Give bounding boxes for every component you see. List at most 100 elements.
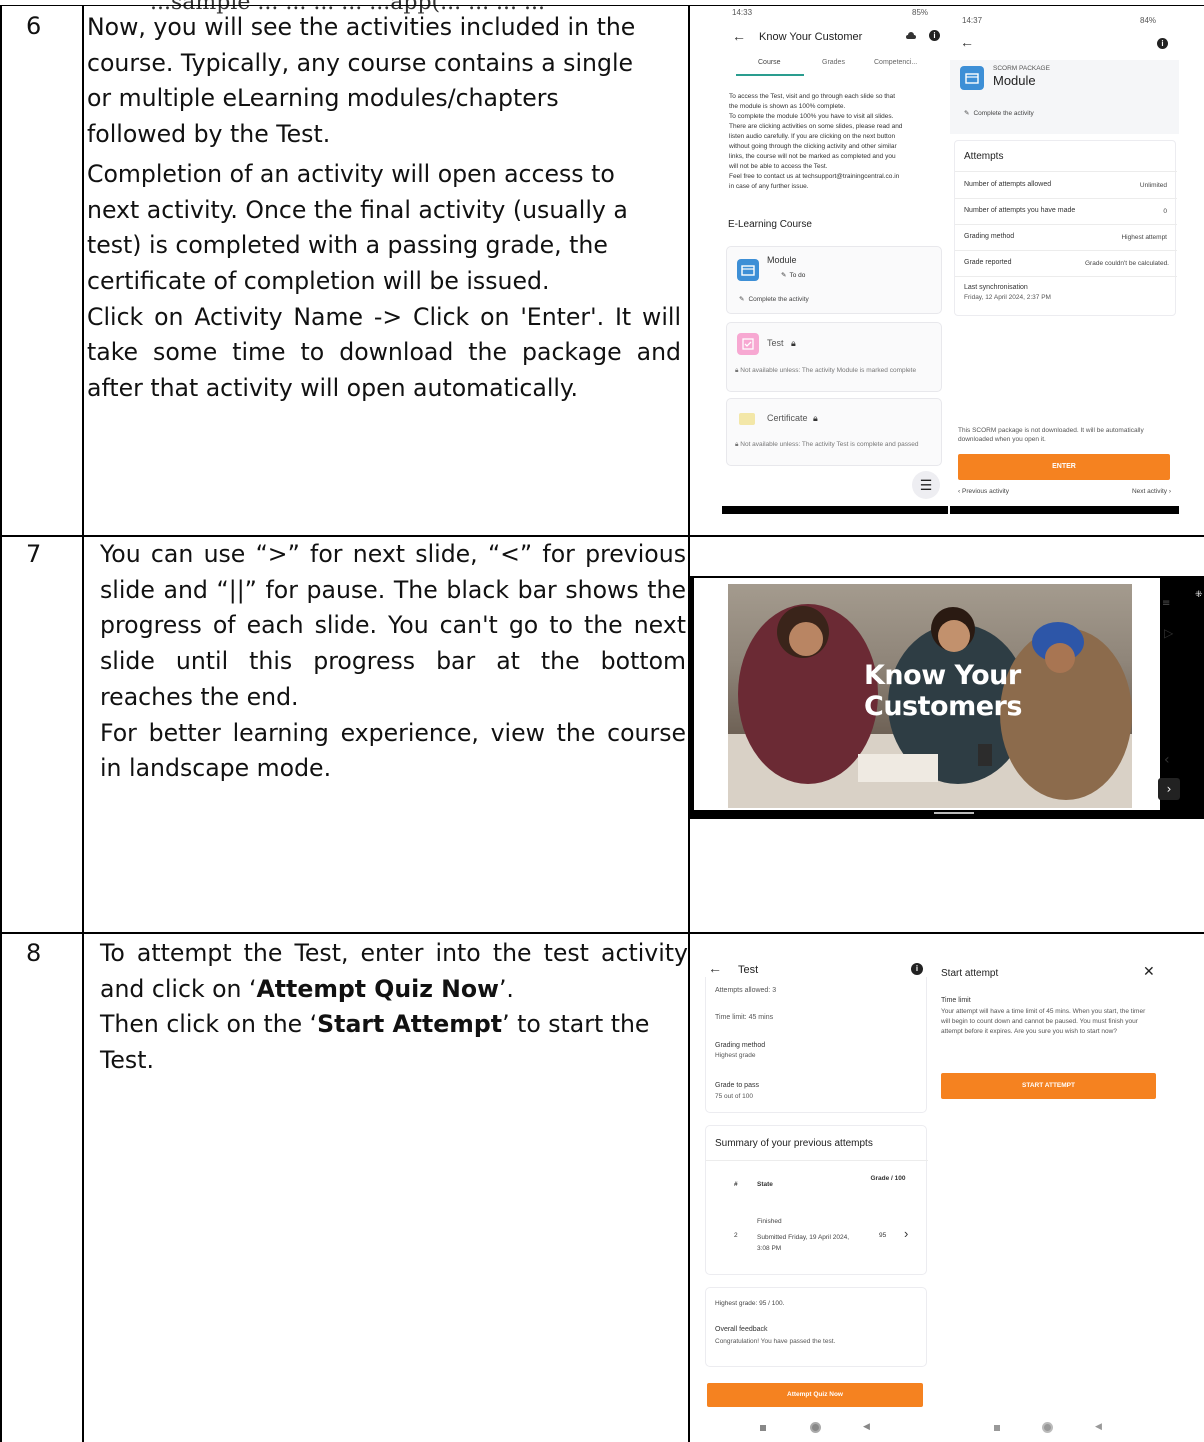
- lock-icon: 🔒︎: [813, 413, 818, 423]
- attempts-row-label: Number of attempts allowed: [964, 181, 1052, 188]
- attempts-heading: Attempts: [964, 151, 1004, 162]
- dialog-title: Start attempt: [941, 968, 999, 979]
- last-sync-value: Friday, 12 April 2024, 2:37 PM: [964, 294, 1051, 301]
- package-icon: [737, 259, 759, 281]
- activity-name[interactable]: Module: [767, 255, 797, 265]
- grading-value: Highest grade: [715, 1052, 756, 1059]
- column-grade: Grade / 100: [870, 1175, 906, 1182]
- quiz-screenshot: ← Test i Attempts allowed: 3 Time limit:…: [700, 955, 932, 1442]
- back-arrow-icon[interactable]: ←: [960, 34, 974, 50]
- time-limit: Time limit: 45 mins: [715, 1014, 774, 1021]
- attempts-row-value: Grade couldn't be calculated.: [1085, 260, 1169, 267]
- activity-name[interactable]: Test: [767, 338, 784, 348]
- slide-title: Know Your Customers: [864, 660, 1022, 722]
- pass-label: Grade to pass: [715, 1082, 759, 1089]
- step-number: 7: [26, 540, 42, 568]
- back-nav-icon[interactable]: ◀: [1095, 1421, 1102, 1432]
- section-title: E-Learning Course: [728, 219, 812, 230]
- grading-label: Grading method: [715, 1042, 766, 1049]
- test-activity-card[interactable]: Test 🔒︎ 🔒︎ Not available unless: The act…: [726, 322, 942, 392]
- navigation-bar: [950, 506, 1179, 514]
- fullscreen-icon[interactable]: ⁜: [1195, 590, 1203, 600]
- step-6-description: Now, you will see the activities include…: [87, 10, 681, 407]
- info-icon[interactable]: i: [929, 30, 940, 41]
- paragraph: For better learning experience, view the…: [100, 718, 686, 783]
- paragraph: You can use “>” for next slide, “<” for …: [100, 540, 686, 711]
- home-nav-icon[interactable]: [1042, 1422, 1053, 1433]
- back-arrow-icon[interactable]: ←: [732, 28, 746, 44]
- paragraph: Then click on the ‘Start Attempt’ to sta…: [100, 1010, 650, 1075]
- close-icon[interactable]: ✕: [1143, 963, 1155, 980]
- status-time: 14:33: [732, 8, 753, 17]
- page-title: Know Your Customer: [759, 31, 863, 43]
- activity-name[interactable]: Certificate: [767, 413, 808, 423]
- highest-grade: Highest grade: 95 / 100.: [715, 1300, 785, 1307]
- quiz-info-card: Attempts allowed: 3 Time limit: 45 mins …: [705, 977, 927, 1113]
- status-time: 14:37: [962, 16, 983, 25]
- back-arrow-icon[interactable]: ←: [708, 960, 722, 976]
- feedback-card: Highest grade: 95 / 100. Overall feedbac…: [705, 1287, 927, 1367]
- info-icon[interactable]: i: [1157, 38, 1168, 49]
- course-screenshot: 14:33 85% ← Know Your Customer i Course …: [722, 6, 948, 514]
- column-number: #: [734, 1181, 738, 1188]
- chevron-right-icon[interactable]: ›: [904, 1226, 908, 1241]
- status-battery: 85%: [912, 8, 929, 17]
- attempt-grade: 95: [879, 1232, 887, 1239]
- info-icon[interactable]: i: [911, 963, 923, 975]
- cloud-icon[interactable]: [906, 31, 916, 40]
- previous-slide-icon[interactable]: ‹: [1164, 752, 1170, 768]
- course-index-icon[interactable]: ☰: [912, 471, 940, 499]
- attempts-allowed: Attempts allowed: 3: [715, 987, 777, 994]
- certificate-icon: [739, 413, 755, 425]
- next-activity-link[interactable]: Next activity ›: [1132, 488, 1171, 495]
- attempts-row-label: Number of attempts you have made: [964, 207, 1076, 214]
- certificate-activity-card[interactable]: Certificate 🔒︎ 🔒︎ Not available unless: …: [726, 398, 942, 466]
- attempts-card: Attempts Number of attempts allowed Unli…: [954, 140, 1177, 316]
- package-icon: [960, 66, 984, 90]
- quiz-icon: [737, 333, 759, 355]
- tab-competencies[interactable]: Competenci...: [874, 59, 917, 66]
- recents-nav-icon[interactable]: [994, 1425, 1000, 1431]
- home-nav-icon[interactable]: [810, 1422, 821, 1433]
- lock-icon: 🔒︎: [791, 338, 796, 348]
- activity-title: Module: [993, 73, 1036, 88]
- back-nav-icon[interactable]: ◀: [863, 1421, 870, 1432]
- menu-icon[interactable]: ≡: [1162, 598, 1170, 609]
- tab-grades[interactable]: Grades: [822, 59, 845, 66]
- activity-type-label: SCORM PACKAGE: [993, 65, 1050, 72]
- slide-image: Know Your Customers: [728, 584, 1132, 808]
- step-7-description: You can use “>” for next slide, “<” for …: [100, 537, 686, 787]
- active-tab-indicator: [736, 74, 804, 76]
- enter-button[interactable]: ENTER: [958, 454, 1170, 480]
- course-info-text: To access the Test, visit and go through…: [729, 93, 903, 190]
- start-attempt-button[interactable]: START ATTEMPT: [941, 1073, 1156, 1099]
- summary-heading: Summary of your previous attempts: [715, 1138, 873, 1149]
- gesture-bar: [934, 812, 974, 814]
- completion-condition: ✎ Complete the activity: [739, 296, 809, 303]
- previous-activity-link[interactable]: ‹ Previous activity: [958, 488, 1009, 495]
- step-number: 8: [26, 939, 42, 967]
- tab-course[interactable]: Course: [758, 59, 781, 66]
- attempts-row-label: Grading method: [964, 233, 1015, 240]
- paragraph: Now, you will see the activities include…: [87, 13, 636, 149]
- landscape-player-screenshot: Know Your Customers ≡ ▷ ‹ › ⁜: [690, 576, 1204, 819]
- attempts-row-value: Unlimited: [1139, 182, 1167, 189]
- step-number: 6: [26, 12, 42, 40]
- play-icon[interactable]: ▷: [1164, 626, 1173, 640]
- feedback-value: Congratulation! You have passed the test…: [715, 1338, 836, 1345]
- recents-nav-icon[interactable]: [760, 1425, 766, 1431]
- scorm-package-screenshot: 14:37 84% ← i SCORM PACKAGE Module ✎ Comp…: [950, 6, 1179, 514]
- attempt-submitted: Submitted Friday, 19 April 2024, 3:08 PM: [757, 1234, 850, 1252]
- completion-condition: ✎ Complete the activity: [964, 110, 1034, 117]
- status-battery: 84%: [1140, 16, 1157, 25]
- module-activity-card[interactable]: Module ✎ To do ✎ Complete the activity: [726, 246, 942, 314]
- navigation-bar: [722, 506, 948, 514]
- download-note: This SCORM package is not downloaded. It…: [958, 427, 1144, 443]
- attempt-quiz-now-button[interactable]: Attempt Quiz Now: [707, 1383, 923, 1407]
- restriction-note: 🔒︎ Not available unless: The activity Mo…: [735, 367, 917, 374]
- paragraph: Click on Activity Name -> Click on 'Ente…: [87, 302, 681, 403]
- attempt-number: 2: [734, 1232, 738, 1239]
- pass-value: 75 out of 100: [715, 1093, 753, 1100]
- next-slide-button[interactable]: ›: [1158, 778, 1180, 800]
- paragraph: Completion of an activity will open acce…: [87, 159, 628, 295]
